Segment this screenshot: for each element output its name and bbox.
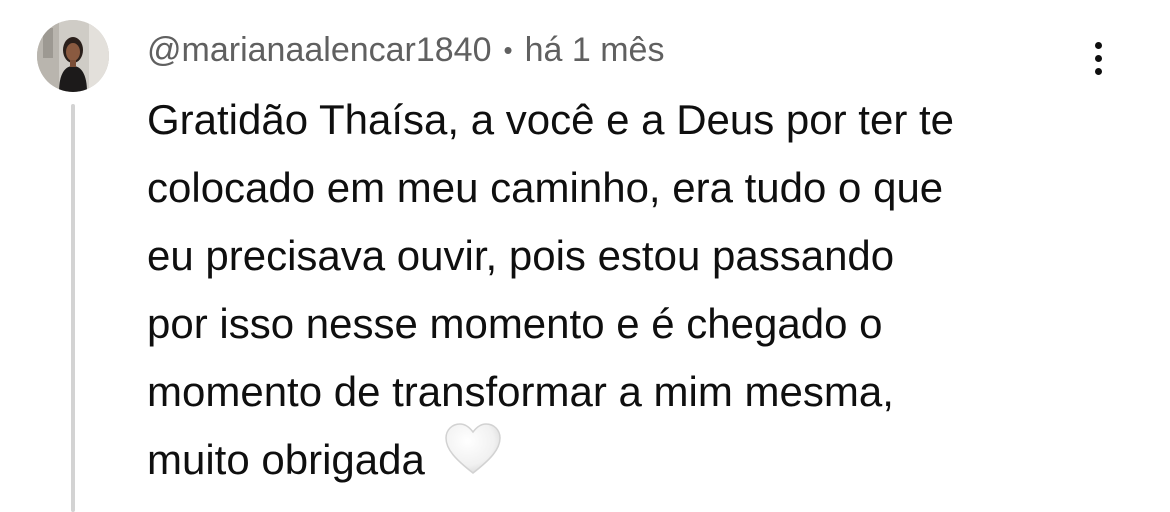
- comment-text-line: momento de transformar a mim mesma,: [147, 368, 894, 415]
- comment-text-line: muito obrigada: [147, 436, 425, 483]
- meta-separator: •: [503, 34, 513, 65]
- avatar-image: [37, 20, 109, 92]
- comment-text-line: eu precisava ouvir, pois estou passando: [147, 232, 895, 279]
- comment-text-line: por isso nesse momento e é chegado o: [147, 300, 883, 347]
- comment-text-line: colocado em meu caminho, era tudo o que: [147, 164, 944, 211]
- comment-meta: @marianaalencar1840 • há 1 mês: [147, 30, 664, 70]
- vertical-dots-icon: [1094, 67, 1102, 75]
- avatar[interactable]: [37, 20, 109, 92]
- vertical-dots-icon: [1094, 41, 1102, 49]
- comment-text-last-line: muito obrigada: [147, 423, 1147, 494]
- vertical-dots-icon: [1094, 54, 1102, 62]
- author-handle[interactable]: @marianaalencar1840: [147, 31, 492, 70]
- thread-line: [71, 104, 75, 512]
- comment-text-line: Gratidão Thaísa, a você e a Deus por ter…: [147, 96, 955, 143]
- timestamp[interactable]: há 1 mês: [525, 31, 665, 70]
- more-actions-button[interactable]: [1080, 36, 1116, 80]
- comment-text: Gratidão Thaísa, a você e a Deus por ter…: [147, 86, 1147, 494]
- white-heart-icon: [443, 421, 503, 497]
- comment-container: @marianaalencar1840 • há 1 mês Gratidão …: [0, 0, 1170, 512]
